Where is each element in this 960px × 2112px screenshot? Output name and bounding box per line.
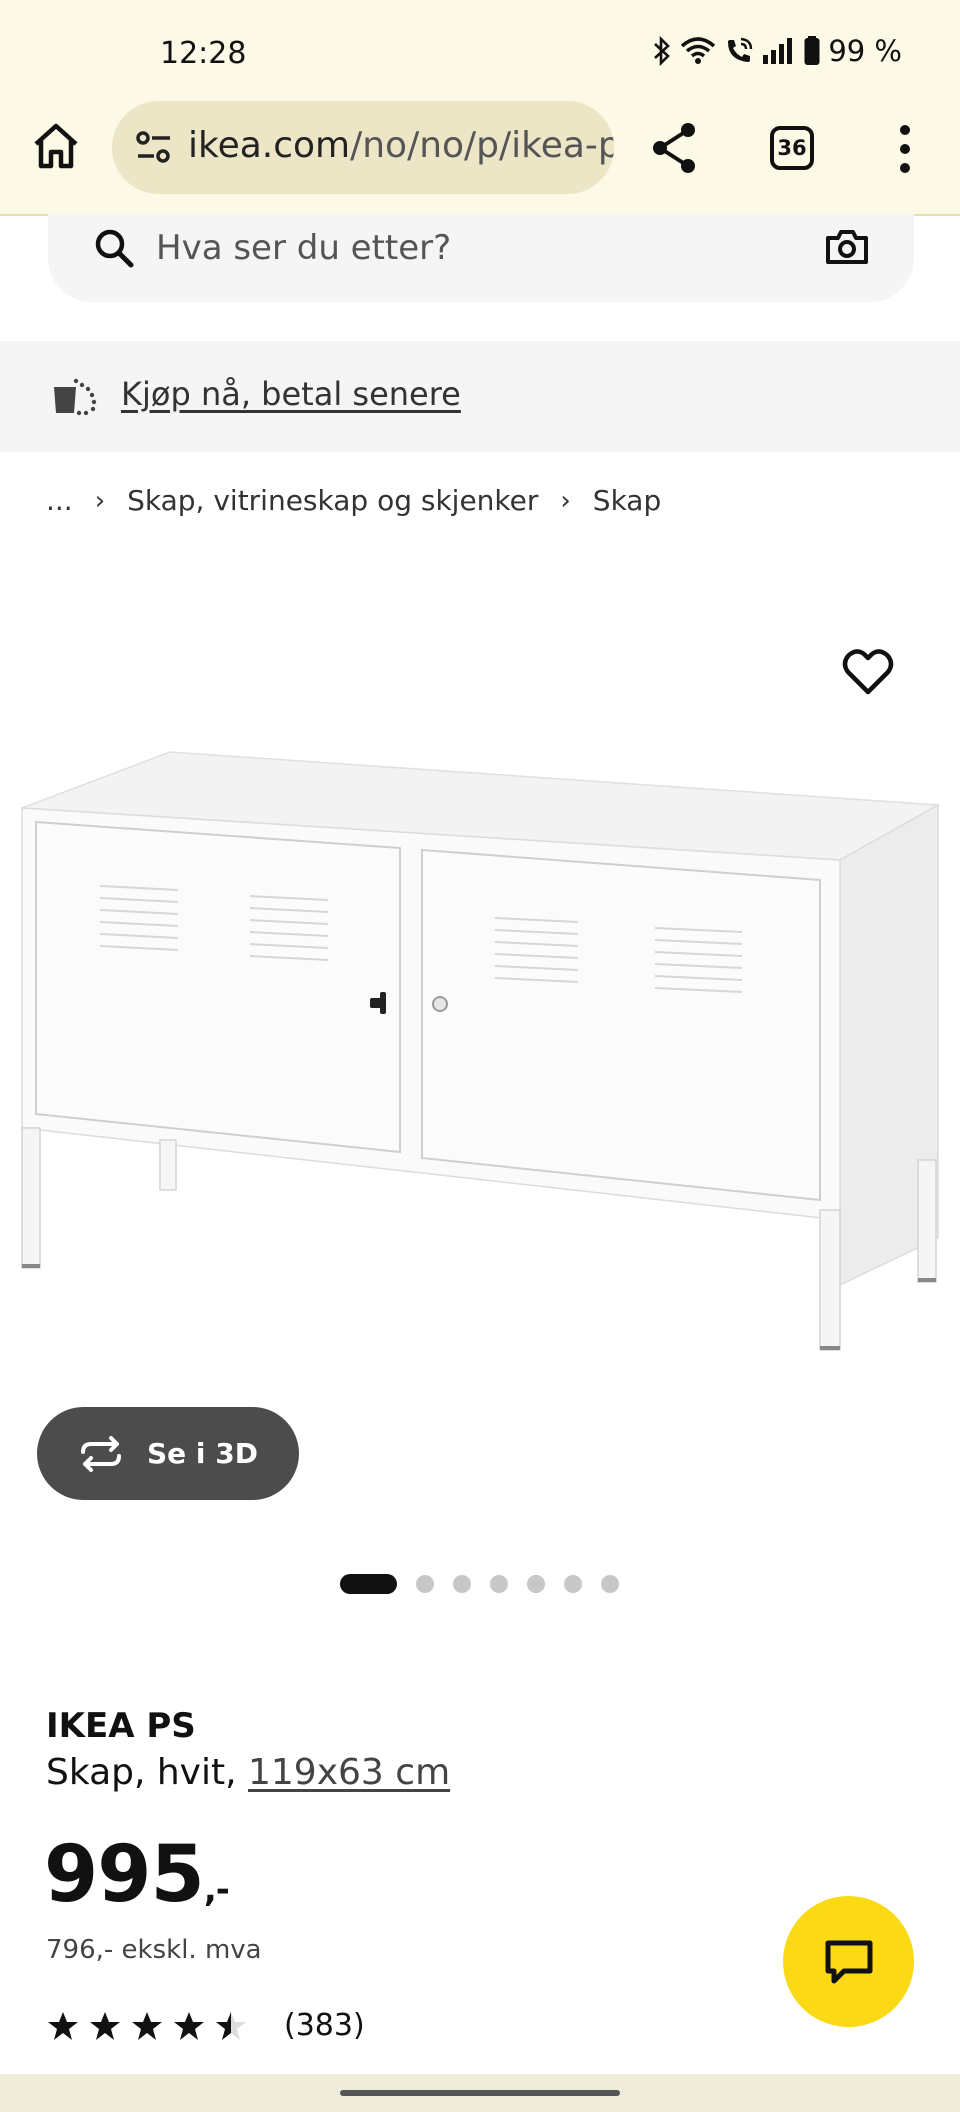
battery-text: 99 %: [828, 34, 902, 68]
breadcrumb: ... › Skap, vitrineskap og skjenker › Sk…: [46, 484, 661, 517]
search-input[interactable]: [156, 228, 756, 268]
url-text[interactable]: ikea.com/no/no/p/ikea-p: [188, 125, 614, 166]
star-icon: [48, 2011, 78, 2040]
url-path: /no/no/p/ikea-p: [350, 125, 614, 166]
product-image[interactable]: [0, 730, 960, 1390]
address-bar[interactable]: ikea.com/no/no/p/ikea-p: [112, 101, 614, 194]
chevron-right-icon: ›: [560, 485, 571, 516]
chat-bubble-icon: [825, 1940, 872, 1983]
browser-chrome: 12:28 99 % ikea.com/no/no/p/ikea-p 36: [0, 0, 960, 216]
system-nav-bar: [0, 2074, 960, 2112]
price-suffix: ,-: [203, 1870, 230, 1910]
star-half-icon: [216, 2011, 246, 2040]
rotate-3d-icon: [81, 1435, 121, 1472]
chevron-right-icon: ›: [94, 485, 106, 516]
wifi-calling-icon: [728, 37, 753, 62]
product-rating[interactable]: (383): [46, 2008, 365, 2043]
payment-bag-icon: [54, 378, 97, 416]
product-description-text: Skap, hvit,: [46, 1752, 237, 1793]
carousel-dot[interactable]: [490, 1575, 508, 1593]
camera-icon[interactable]: [824, 224, 870, 268]
payment-banner: Kjøp nå, betal senere: [0, 341, 960, 452]
carousel-dot[interactable]: [601, 1575, 619, 1593]
wifi-icon: [681, 37, 716, 64]
search-bar[interactable]: [48, 214, 914, 302]
tab-switcher-button[interactable]: 36: [770, 126, 814, 170]
gesture-handle[interactable]: [340, 2090, 620, 2096]
status-time: 12:28: [160, 36, 247, 71]
breadcrumb-item-skap[interactable]: Skap: [593, 484, 661, 517]
star-icon: [90, 2011, 120, 2040]
product-size-link[interactable]: 119x63 cm: [248, 1752, 450, 1793]
star-icon: [132, 2011, 162, 2040]
star-icon: [174, 2011, 204, 2040]
battery-icon: [804, 36, 820, 65]
product-price: 995,-: [44, 1830, 230, 1920]
chat-button[interactable]: [783, 1896, 914, 2027]
home-icon: [34, 123, 78, 169]
status-icons: 99 %: [652, 34, 902, 68]
review-count: (383): [284, 2008, 365, 2043]
carousel-dot[interactable]: [340, 1574, 397, 1594]
browser-menu-button[interactable]: [895, 124, 915, 174]
carousel-dot[interactable]: [527, 1575, 545, 1593]
price-ex-vat: 796,- ekskl. mva: [46, 1935, 262, 1965]
view-in-3d-label: Se i 3D: [147, 1437, 258, 1470]
carousel-dot[interactable]: [564, 1575, 582, 1593]
share-icon: [653, 123, 695, 173]
carousel-dot[interactable]: [453, 1575, 471, 1593]
breadcrumb-item-cabinets[interactable]: Skap, vitrineskap og skjenker: [127, 484, 538, 517]
more-vertical-icon: [900, 125, 910, 173]
home-button[interactable]: [28, 118, 84, 174]
breadcrumb-item-more[interactable]: ...: [46, 484, 73, 517]
view-in-3d-button[interactable]: Se i 3D: [37, 1407, 299, 1500]
site-settings-icon[interactable]: [134, 127, 174, 167]
share-button[interactable]: [648, 120, 700, 176]
product-description: Skap, hvit, 119x63 cm: [46, 1752, 450, 1793]
favourite-button[interactable]: [840, 646, 896, 698]
carousel-dot[interactable]: [416, 1575, 434, 1593]
product-name: IKEA PS: [46, 1706, 196, 1746]
signal-icon: [763, 38, 793, 64]
url-host: ikea.com: [188, 125, 351, 166]
buy-now-pay-later-link[interactable]: Kjøp nå, betal senere: [121, 375, 461, 413]
price-value: 995: [44, 1830, 205, 1920]
search-icon: [95, 229, 134, 268]
image-carousel-dots: [340, 1574, 638, 1594]
bluetooth-icon: [654, 36, 671, 66]
heart-icon: [842, 649, 894, 695]
